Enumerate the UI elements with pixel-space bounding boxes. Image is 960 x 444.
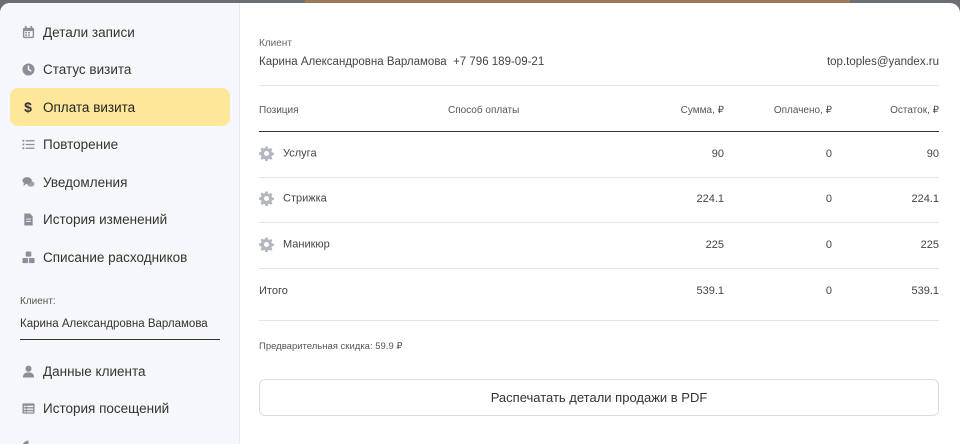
client-caption: Клиент: [20, 296, 56, 307]
gear-icon[interactable] [259, 237, 274, 253]
row-divider [259, 222, 939, 223]
sidebar-item-label: Детали записи [43, 24, 135, 40]
client-underline [20, 339, 220, 340]
sidebar-item-label: Повторение [43, 136, 119, 152]
sidebar-item-more[interactable] [10, 427, 230, 444]
user-icon [21, 364, 35, 378]
sidebar-item-client-data[interactable]: Данные клиента [10, 352, 230, 390]
position-name: Маникюр [283, 238, 330, 251]
document-icon [21, 212, 35, 226]
clock-icon [21, 62, 35, 76]
row-position[interactable]: Стрижка [259, 191, 327, 207]
sidebar-item-label: Статус визита [43, 61, 132, 77]
pie-chart-icon [21, 439, 35, 444]
row-divider [259, 268, 939, 269]
visit-modal: Детали записи Статус визита $ Оплата виз… [0, 3, 960, 444]
cell-rest: 225 [920, 239, 939, 251]
cubes-icon [21, 250, 35, 264]
cell-sum: 224.1 [696, 193, 724, 205]
chat-icon [21, 175, 35, 189]
sidebar-item-consumables[interactable]: Списание расходников [10, 238, 230, 276]
row-position[interactable]: Маникюр [259, 237, 330, 253]
header-sum: Сумма, ₽ [680, 105, 724, 116]
print-pdf-button[interactable]: Распечатать детали продажи в PDF [259, 379, 939, 416]
sidebar-item-label: История посещений [43, 400, 170, 416]
client-label: Клиент [259, 38, 292, 49]
divider [259, 320, 939, 321]
total-sum: 539.1 [696, 285, 724, 297]
sidebar-item-visit-payment[interactable]: $ Оплата визита [10, 88, 230, 126]
sidebar-item-label: История изменений [43, 211, 168, 227]
sidebar-item-label: Оплата визита [43, 99, 136, 115]
sidebar-item-visit-status[interactable]: Статус визита [10, 50, 230, 88]
position-name: Услуга [283, 147, 317, 160]
header-paid: Оплачено, ₽ [773, 105, 832, 116]
sidebar-item-label: Уведомления [43, 174, 128, 190]
sidebar-item-label: Данные клиента [43, 363, 146, 379]
sidebar-item-visit-history[interactable]: История посещений [10, 389, 230, 427]
row-position[interactable]: Услуга [259, 146, 317, 162]
table-icon [21, 401, 35, 415]
list-icon [21, 137, 35, 151]
cell-paid: 0 [825, 239, 832, 251]
cell-paid: 0 [825, 148, 832, 160]
gear-icon[interactable] [259, 146, 274, 162]
sidebar-item-label: Списание расходников [43, 249, 188, 265]
total-label: Итого [259, 285, 288, 297]
cell-sum: 225 [705, 239, 724, 251]
sidebar-item-notifications[interactable]: Уведомления [10, 163, 230, 201]
sidebar-item-change-history[interactable]: История изменений [10, 200, 230, 238]
client-phone: +7 796 189-09-21 [453, 56, 545, 68]
gear-icon[interactable] [259, 191, 274, 207]
header-position: Позиция [259, 105, 299, 116]
position-name: Стрижка [283, 192, 327, 205]
calendar-icon [21, 25, 35, 39]
cell-rest: 224.1 [911, 193, 939, 205]
cell-paid: 0 [825, 193, 832, 205]
sidebar-item-repeat[interactable]: Повторение [10, 125, 230, 163]
total-paid: 0 [825, 285, 832, 297]
sidebar-client-name: Карина Александровна Варламова [20, 318, 208, 330]
sidebar: Детали записи Статус визита $ Оплата виз… [0, 3, 240, 444]
cell-rest: 90 [926, 148, 939, 160]
header-rest: Остаток, ₽ [890, 105, 939, 116]
discount-text: Предварительная скидка: 59.9 ₽ [259, 341, 403, 352]
header-payment-method: Способ оплаты [448, 105, 520, 116]
client-name: Карина Александровна Варламова [259, 56, 447, 68]
total-rest: 539.1 [911, 285, 939, 297]
sidebar-item-visit-details[interactable]: Детали записи [10, 13, 230, 51]
dollar-icon: $ [24, 99, 32, 115]
cell-sum: 90 [711, 148, 724, 160]
header-underline [259, 131, 939, 132]
client-info: Карина Александровна Варламова +7 796 18… [259, 56, 544, 68]
divider [259, 85, 939, 86]
client-email: top.toples@yandex.ru [826, 56, 939, 68]
row-divider [259, 177, 939, 178]
